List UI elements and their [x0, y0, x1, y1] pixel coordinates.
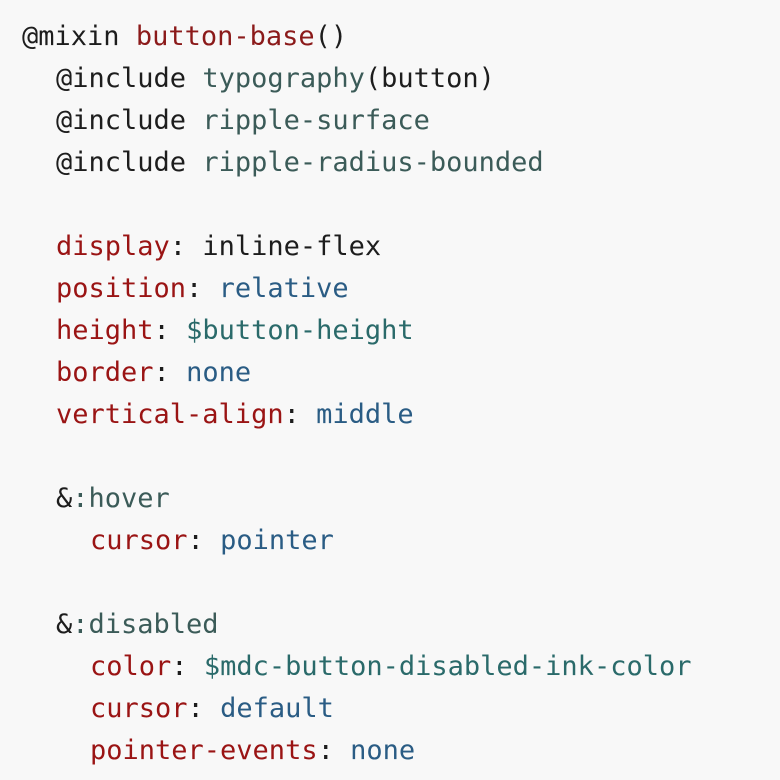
- code-line-declaration: display: inline-flex: [22, 226, 780, 268]
- include-keyword: @include: [56, 105, 187, 136]
- property-name: cursor: [90, 525, 188, 556]
- colon: :: [283, 399, 300, 430]
- pseudo-selector: :disabled: [72, 609, 219, 640]
- include-name: ripple-radius-bounded: [202, 147, 544, 178]
- code-line-include-ripple-surface: @include ripple-surface: [22, 100, 780, 142]
- colon: :: [171, 651, 188, 682]
- include-keyword: @include: [56, 63, 187, 94]
- mixin-name: button-base: [135, 21, 315, 52]
- include-name: ripple-surface: [202, 105, 430, 136]
- property-name: cursor: [90, 693, 188, 724]
- code-line-declaration: pointer-events: none: [22, 730, 780, 772]
- colon: :: [169, 231, 187, 262]
- code-view: @mixin button-base() @include typography…: [0, 0, 780, 780]
- property-value: none: [350, 735, 416, 766]
- code-line-declaration: position: relative: [22, 268, 780, 310]
- parent-selector: &: [56, 483, 73, 514]
- colon: :: [187, 693, 204, 724]
- colon: :: [317, 735, 334, 766]
- code-line-mixin: @mixin button-base(): [22, 16, 780, 58]
- code-line-declaration: vertical-align: middle: [22, 394, 780, 436]
- code-line-declaration: cursor: pointer: [22, 520, 780, 562]
- code-line-selector-hover: &:hover: [22, 478, 780, 520]
- property-value: relative: [218, 273, 349, 304]
- property-name: position: [56, 273, 187, 304]
- include-name: typography: [202, 63, 365, 94]
- property-value-variable: $mdc-button-disabled-ink-color: [203, 651, 692, 682]
- property-value-variable: $button-height: [186, 315, 414, 346]
- property-name: height: [56, 315, 154, 346]
- code-line-selector-disabled: &:disabled: [22, 604, 780, 646]
- property-name: display: [56, 231, 170, 262]
- include-args: (button): [364, 63, 495, 94]
- code-line-declaration: border: none: [22, 352, 780, 394]
- property-value: inline-flex: [202, 231, 382, 262]
- property-name: pointer-events: [90, 735, 318, 766]
- include-keyword: @include: [56, 147, 187, 178]
- mixin-parens: (): [314, 21, 348, 52]
- mixin-keyword: @mixin: [22, 21, 120, 52]
- code-line-declaration: height: $button-height: [22, 310, 780, 352]
- colon: :: [153, 357, 170, 388]
- colon: :: [186, 273, 203, 304]
- code-line-declaration: cursor: default: [22, 688, 780, 730]
- property-name: color: [90, 651, 172, 682]
- property-value: none: [186, 357, 252, 388]
- parent-selector: &: [56, 609, 73, 640]
- property-name: border: [56, 357, 154, 388]
- code-line-include-typography: @include typography(button): [22, 58, 780, 100]
- code-line-include-ripple-radius: @include ripple-radius-bounded: [22, 142, 780, 184]
- property-value: middle: [316, 399, 414, 430]
- property-name: vertical-align: [56, 399, 284, 430]
- property-value: default: [220, 693, 334, 724]
- code-line-declaration: color: $mdc-button-disabled-ink-color: [22, 646, 780, 688]
- pseudo-selector: :hover: [72, 483, 170, 514]
- colon: :: [187, 525, 204, 556]
- colon: :: [153, 315, 170, 346]
- property-value: pointer: [220, 525, 334, 556]
